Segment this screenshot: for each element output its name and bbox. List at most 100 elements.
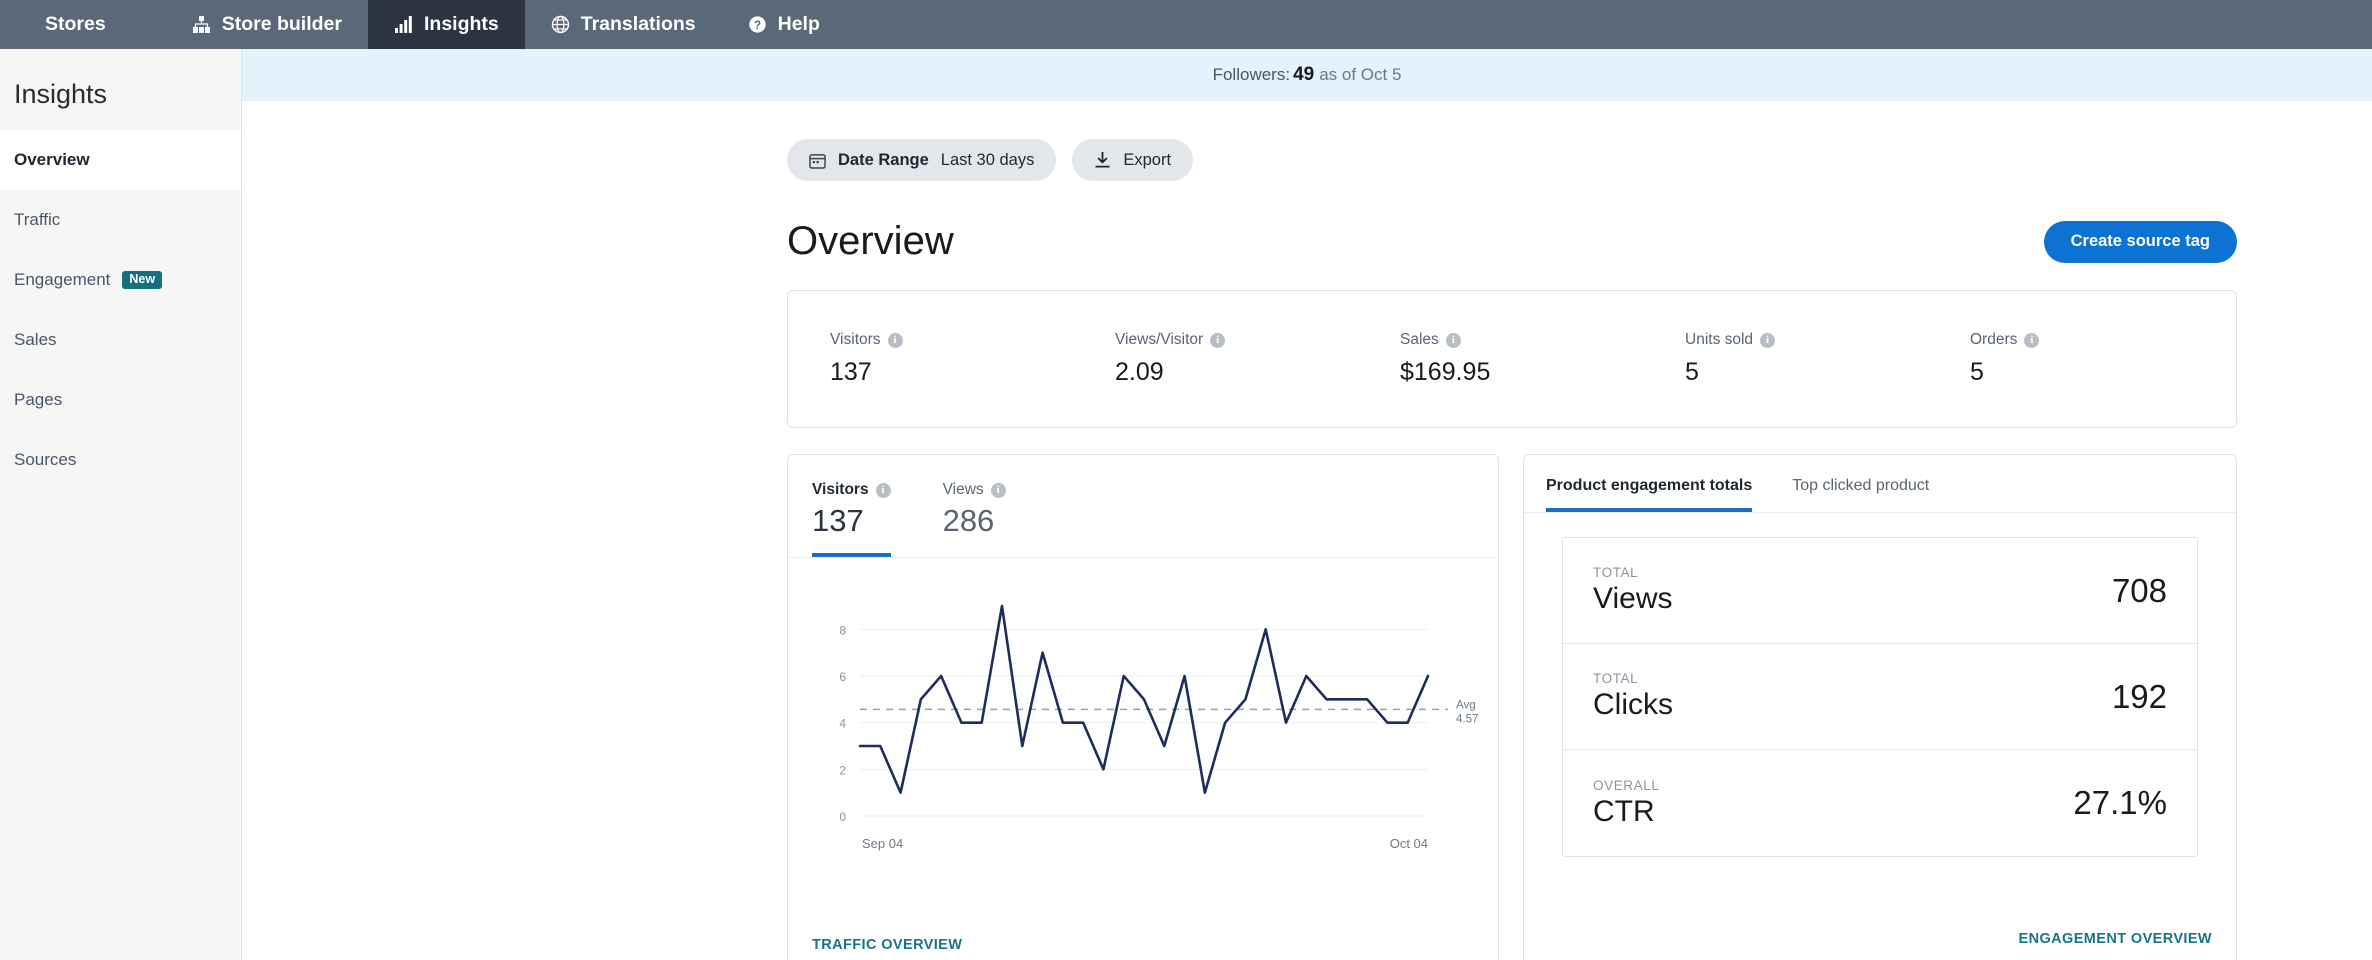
sidebar-item-label: Sales — [14, 330, 57, 349]
row-name: CTR — [1593, 794, 1655, 828]
nav-item-store-builder[interactable]: Store builder — [166, 0, 368, 49]
svg-text:Sep 04: Sep 04 — [862, 836, 903, 851]
kpi-label: Orders i — [1970, 331, 2040, 349]
kpi-label-text: Orders — [1970, 331, 2018, 348]
help-circle-icon: ? — [748, 15, 767, 34]
tab-visitors[interactable]: Visitors i 137 — [812, 481, 891, 557]
engagement-body: TOTAL Views 708 TOTAL Clicks 192 OVERALL… — [1524, 513, 2236, 913]
export-button[interactable]: Export — [1072, 139, 1194, 181]
calendar-icon — [809, 152, 826, 169]
table-row: OVERALL CTR 27.1% — [1563, 750, 2197, 856]
nav-item-insights[interactable]: Insights — [367, 0, 525, 49]
date-range-value: Last 30 days — [940, 150, 1035, 169]
sidebar-title: Insights — [14, 79, 108, 109]
kpi-label-text: Visitors — [830, 331, 881, 348]
info-icon[interactable]: i — [990, 482, 1006, 498]
svg-text:?: ? — [754, 18, 761, 32]
row-value: 27.1% — [2073, 784, 2167, 821]
kpi-label-text: Sales — [1400, 331, 1439, 348]
row-kicker: TOTAL — [1593, 671, 1639, 686]
kpi-value: 2.09 — [1115, 358, 1164, 386]
tab-product-engagement-totals[interactable]: Product engagement totals — [1546, 477, 1753, 512]
tab-views[interactable]: Views i 286 — [943, 481, 1006, 557]
new-badge: New — [122, 271, 163, 289]
chart-tab-list: Visitors i 137 Views i 286 — [788, 455, 1498, 558]
kpi-units-sold: Units sold i 5 — [1643, 331, 1928, 387]
info-icon[interactable]: i — [1210, 332, 1226, 348]
date-range-button[interactable]: Date Range Last 30 days — [787, 139, 1057, 181]
panels-row: Visitors i 137 Views i 286 0 2 4 6 8 Avg… — [787, 454, 2237, 960]
visitors-line-chart: 0 2 4 6 8 Avg 4.57 Sep 04 Oct 04 — [788, 558, 1498, 919]
svg-text:4.57: 4.57 — [1456, 713, 1478, 725]
nav-label-stores: Stores — [45, 13, 106, 35]
kpi-visitors: Visitors i 137 — [788, 331, 1073, 387]
download-icon — [1094, 151, 1111, 169]
sidebar-item-label: Pages — [14, 390, 63, 409]
info-icon[interactable]: i — [875, 482, 891, 498]
svg-text:4: 4 — [839, 717, 846, 731]
page-layout: Insights Overview Traffic Engagement New… — [0, 49, 2372, 960]
row-value: 192 — [2111, 677, 2167, 715]
svg-text:8: 8 — [839, 623, 846, 637]
nav-item-stores[interactable]: Stores — [0, 0, 166, 49]
svg-text:6: 6 — [839, 670, 846, 684]
svg-text:Oct 04: Oct 04 — [1390, 836, 1428, 851]
row-label-group: TOTAL Views — [1593, 565, 1672, 616]
globe-icon — [551, 15, 570, 34]
sidebar-item-pages[interactable]: Pages — [0, 370, 241, 430]
sidebar-item-traffic[interactable]: Traffic — [0, 190, 241, 250]
sidebar-item-engagement[interactable]: Engagement New — [0, 250, 241, 310]
info-icon[interactable]: i — [887, 332, 903, 348]
sidebar-item-label: Engagement — [14, 270, 111, 289]
engagement-panel-footer: ENGAGEMENT OVERVIEW — [1524, 913, 2236, 960]
info-icon[interactable]: i — [2024, 332, 2040, 348]
tab-value: 286 — [942, 503, 995, 538]
kpi-label-text: Units sold — [1685, 331, 1754, 348]
info-icon[interactable]: i — [1760, 332, 1776, 348]
engagement-totals-table: TOTAL Views 708 TOTAL Clicks 192 OVERALL… — [1562, 537, 2198, 857]
kpi-label: Views/Visitor i — [1115, 331, 1358, 349]
nav-item-translations[interactable]: Translations — [525, 0, 722, 49]
sidebar: Insights Overview Traffic Engagement New… — [0, 49, 242, 960]
toolbar: Date Range Last 30 days Export — [787, 101, 2237, 181]
nav-label-help: Help — [777, 13, 820, 35]
page-header: Overview Create source tag — [787, 219, 2237, 264]
kpi-sales: Sales i $169.95 — [1358, 331, 1643, 387]
sidebar-item-sales[interactable]: Sales — [0, 310, 241, 370]
kpi-views-per-visitor: Views/Visitor i 2.09 — [1073, 331, 1358, 387]
bar-chart-icon — [394, 15, 413, 34]
sidebar-item-label: Overview — [14, 150, 90, 169]
nav-label-store-builder: Store builder — [221, 13, 342, 35]
kpi-value: 5 — [1685, 358, 1699, 386]
row-kicker: TOTAL — [1593, 565, 1639, 580]
info-icon[interactable]: i — [1445, 332, 1461, 348]
traffic-panel: Visitors i 137 Views i 286 0 2 4 6 8 Avg… — [787, 454, 1499, 960]
create-source-tag-button[interactable]: Create source tag — [2043, 220, 2237, 263]
row-name: Clicks — [1593, 688, 1673, 721]
tab-top-clicked-product[interactable]: Top clicked product — [1792, 477, 1929, 512]
tab-label: Views i — [943, 481, 1006, 499]
followers-count: 49 — [1293, 64, 1315, 85]
engagement-panel: Product engagement totals Top clicked pr… — [1523, 454, 2237, 960]
tab-label-text: Visitors — [812, 481, 869, 498]
kpi-value: 137 — [830, 358, 872, 386]
sidebar-item-label: Sources — [14, 450, 77, 469]
table-row: TOTAL Views 708 — [1563, 538, 2197, 644]
followers-banner: Followers: 49 as of Oct 5 — [242, 49, 2372, 101]
page-title: Overview — [787, 219, 954, 263]
sidebar-item-overview[interactable]: Overview — [0, 130, 241, 190]
row-name: Views — [1593, 582, 1673, 615]
kpi-label: Units sold i — [1685, 331, 1928, 349]
row-label-group: OVERALL CTR — [1593, 778, 1659, 829]
sidebar-item-sources[interactable]: Sources — [0, 430, 241, 490]
row-label-group: TOTAL Clicks — [1593, 671, 1673, 722]
nav-item-help[interactable]: ? Help — [722, 0, 846, 49]
tab-value: 137 — [812, 503, 864, 538]
engagement-overview-link[interactable]: ENGAGEMENT OVERVIEW — [2019, 931, 2212, 947]
engagement-tab-list: Product engagement totals Top clicked pr… — [1524, 455, 2236, 513]
row-kicker: OVERALL — [1593, 777, 1660, 793]
content-wrapper: Date Range Last 30 days Export Overview … — [242, 101, 2372, 960]
top-navigation-bar: Stores Store builder Insights Translatio… — [0, 0, 2372, 49]
traffic-overview-link[interactable]: TRAFFIC OVERVIEW — [812, 937, 962, 953]
nav-label-insights: Insights — [423, 13, 499, 35]
